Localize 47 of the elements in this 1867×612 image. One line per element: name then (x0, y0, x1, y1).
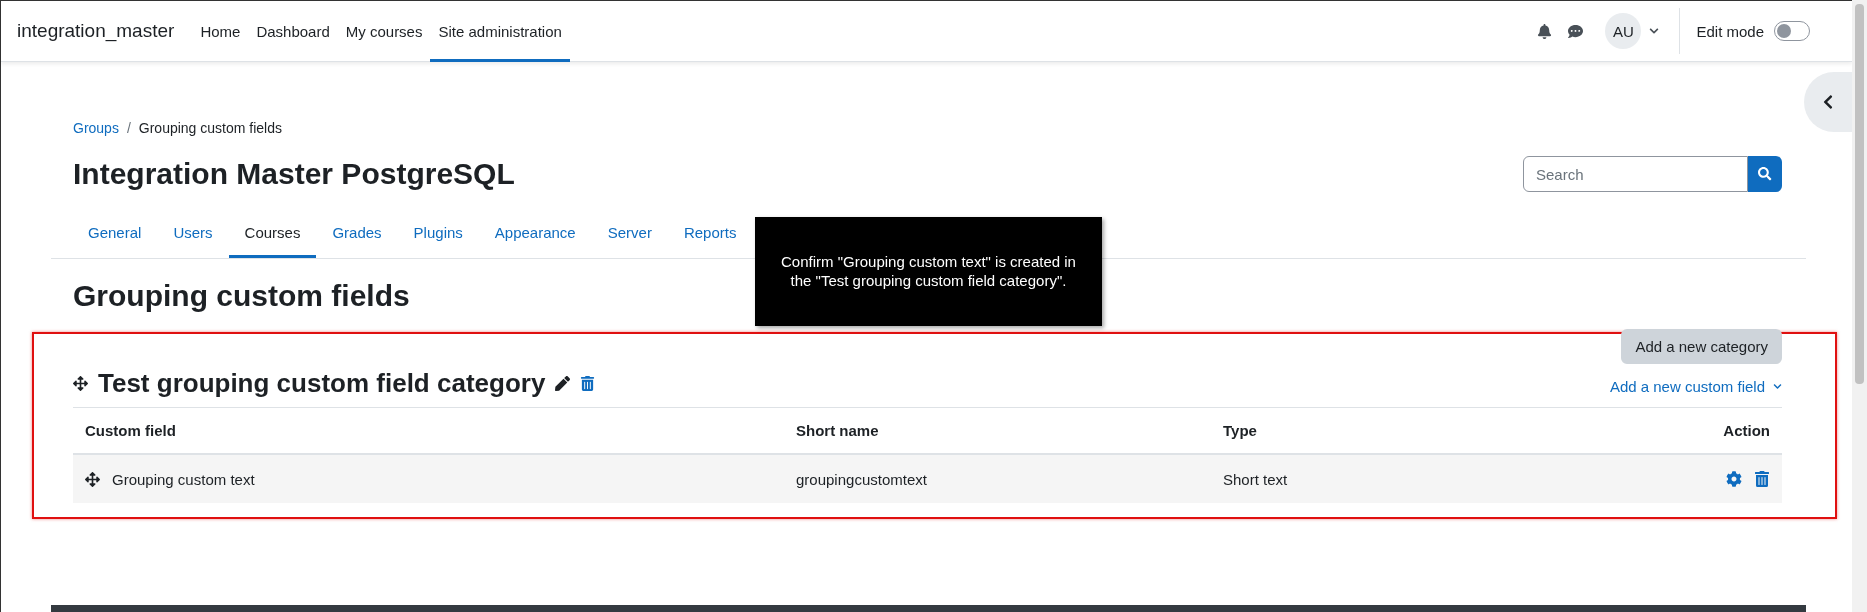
search-field[interactable]: Search (1523, 156, 1748, 192)
chevron-down-icon (1773, 382, 1782, 391)
nav-link[interactable]: Site administration (430, 0, 570, 62)
settings-icon[interactable] (1726, 471, 1742, 487)
trash-icon[interactable] (1754, 471, 1770, 487)
search-icon (1758, 167, 1772, 181)
admin-tab[interactable]: Grades (316, 212, 398, 258)
admin-tab[interactable]: Server (591, 212, 668, 258)
table-cell-text: Short text (1223, 470, 1289, 488)
edit-mode-switch[interactable] (1774, 21, 1810, 41)
breadcrumb-link[interactable]: Groups (73, 120, 119, 136)
site-name[interactable]: integration_master (17, 20, 175, 42)
user-avatar[interactable]: AU (1605, 13, 1642, 49)
admin-tab[interactable]: Users (157, 212, 229, 258)
breadcrumb-separator: / (126, 120, 131, 136)
add-custom-field-link[interactable]: Add a new custom field (1609, 378, 1782, 395)
column-header: Custom field (85, 422, 177, 439)
bell-icon[interactable] (1537, 23, 1553, 39)
pencil-icon[interactable] (555, 376, 571, 391)
nav-link[interactable]: Dashboard (248, 0, 338, 62)
move-icon[interactable] (85, 471, 100, 487)
admin-tab[interactable]: Courses (228, 212, 317, 258)
admin-tab[interactable]: Reports (667, 212, 753, 258)
column-header: Action (1722, 422, 1770, 439)
chat-icon[interactable] (1568, 23, 1584, 39)
table-cell: Grouping custom text (112, 470, 255, 488)
tooltip: Confirm "Grouping custom text" is created in the "Test grouping custom field category". (755, 217, 1102, 326)
trash-icon[interactable] (580, 376, 596, 391)
page-heading: Grouping custom fields (73, 279, 410, 313)
column-header: Short name (796, 422, 880, 439)
nav-link[interactable]: My courses (337, 0, 431, 62)
search-button[interactable] (1748, 156, 1782, 192)
move-icon[interactable] (73, 376, 88, 391)
column-header: Type (1223, 422, 1258, 439)
table-cell-text: groupingcustomtext (796, 470, 928, 488)
breadcrumb-current: Grouping custom fields (138, 120, 282, 136)
admin-tab[interactable]: General (72, 212, 158, 258)
nav-link[interactable]: Home (192, 0, 249, 62)
add-category-button[interactable]: Add a new category (1621, 329, 1782, 364)
category-title: Test grouping custom field category (98, 368, 546, 399)
admin-tab[interactable]: Plugins (397, 212, 479, 258)
admin-tab[interactable]: Appearance (478, 212, 592, 258)
scrollbar-thumb[interactable] (1855, 4, 1864, 384)
caret-icon[interactable] (1649, 26, 1660, 36)
edit-mode-label: Edit mode (1696, 22, 1764, 40)
drawer-toggle-button[interactable] (1804, 72, 1852, 132)
site-title: Integration Master PostgreSQL (73, 157, 515, 191)
